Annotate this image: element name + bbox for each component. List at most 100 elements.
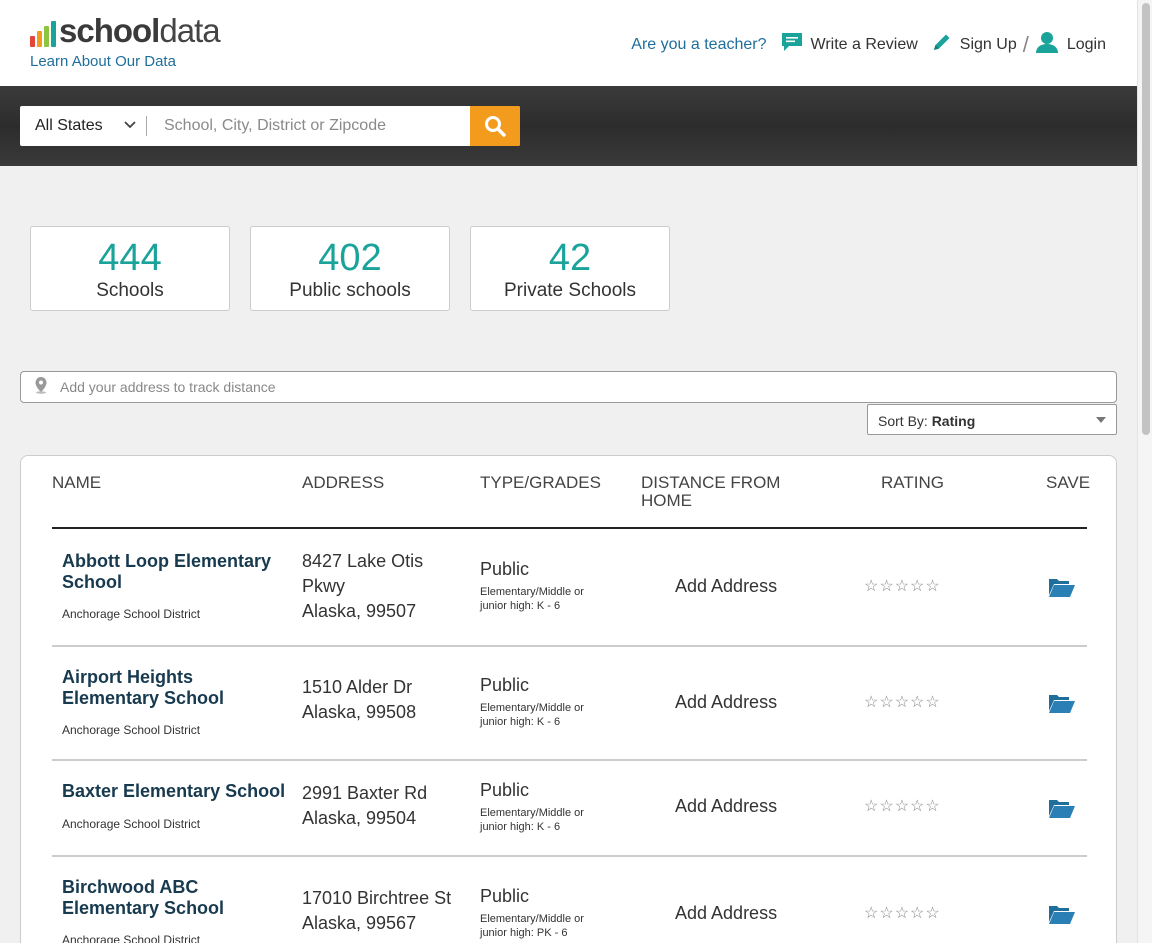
address-input[interactable] — [60, 379, 1116, 395]
write-review-label: Write a Review — [810, 35, 918, 53]
address-line: 8427 Lake Otis — [302, 551, 424, 571]
search-button[interactable] — [470, 106, 520, 146]
save-folder-icon[interactable] — [1048, 576, 1076, 603]
school-name-line: Elementary School — [62, 898, 225, 918]
grades-line: junior high: K - 6 — [480, 600, 561, 612]
table-row: Abbott Loop Elementary School Anchorage … — [52, 531, 1087, 647]
sort-prefix: Sort By: — [878, 413, 928, 429]
grades-line: junior high: K - 6 — [480, 821, 561, 833]
search-band: All States — [0, 86, 1137, 166]
site-header: schooldata Learn About Our Data Are you … — [0, 0, 1137, 86]
grades-line: Elementary/Middle or — [480, 586, 584, 598]
add-address-link[interactable]: Add Address — [675, 692, 777, 713]
site-logo[interactable]: schooldata — [30, 12, 221, 49]
sort-select[interactable]: Sort By: Rating — [867, 404, 1117, 435]
header-address[interactable]: ADDRESS — [302, 474, 384, 492]
school-address: 1510 Alder Dr Alaska, 99508 — [302, 675, 416, 725]
login-link[interactable]: Login — [1035, 31, 1106, 58]
grades-line: Elementary/Middle or — [480, 807, 584, 819]
save-folder-icon[interactable] — [1048, 903, 1076, 930]
school-type: Public — [480, 780, 530, 800]
school-name-line: Airport Heights — [62, 667, 194, 687]
school-district: Anchorage School District — [62, 607, 201, 621]
stat-card-public: 402 Public schools — [250, 226, 450, 311]
stat-label: Public schools — [289, 280, 411, 301]
teacher-link[interactable]: Are you a teacher? — [631, 36, 766, 54]
add-address-link[interactable]: Add Address — [675, 576, 777, 597]
schools-table: NAME ADDRESS TYPE/GRADES DISTANCE FROM H… — [20, 455, 1117, 943]
grades-line: Elementary/Middle or — [480, 702, 584, 714]
rating-stars[interactable]: ☆☆☆☆☆ — [864, 903, 941, 923]
add-address-link[interactable]: Add Address — [675, 796, 777, 817]
school-grades: Elementary/Middle or junior high: PK - 6 — [480, 912, 620, 940]
stat-label: Private Schools — [503, 280, 636, 301]
address-line: Alaska, 99504 — [302, 808, 417, 828]
caret-down-icon — [1096, 417, 1106, 423]
school-grades: Elementary/Middle or junior high: K - 6 — [480, 585, 620, 613]
comment-icon — [781, 32, 803, 57]
rating-stars[interactable]: ☆☆☆☆☆ — [864, 576, 941, 596]
address-line: 1510 Alder Dr — [302, 677, 413, 697]
page-scrollbar[interactable] — [1137, 0, 1152, 943]
scrollbar-thumb[interactable] — [1142, 3, 1150, 435]
header-name[interactable]: NAME — [52, 474, 101, 492]
stat-number: 402 — [318, 237, 382, 279]
logo-text: schooldata — [59, 12, 221, 49]
school-name-link[interactable]: Airport Heights Elementary School — [62, 667, 287, 709]
school-name-link[interactable]: Birchwood ABC Elementary School — [62, 877, 287, 919]
stat-number: 444 — [98, 237, 162, 279]
location-pin-icon — [34, 376, 48, 399]
address-line: Alaska, 99567 — [302, 913, 417, 933]
add-address-link[interactable]: Add Address — [675, 903, 777, 924]
school-type: Public — [480, 675, 530, 695]
save-folder-icon[interactable] — [1048, 797, 1076, 824]
header-type[interactable]: TYPE/GRADES — [480, 474, 601, 492]
pencil-icon — [932, 32, 952, 57]
sort-value: Rating — [931, 413, 976, 429]
user-icon — [1035, 31, 1059, 58]
school-name-line: Elementary School — [62, 688, 225, 708]
header-distance-line2: HOME — [641, 491, 692, 510]
stat-number: 42 — [548, 237, 592, 279]
stat-label: Schools — [96, 280, 164, 301]
address-box — [20, 371, 1117, 403]
table-header: NAME ADDRESS TYPE/GRADES DISTANCE FROM H… — [52, 472, 1090, 529]
school-address: 2991 Baxter Rd Alaska, 99504 — [302, 781, 427, 831]
search-bar: All States — [20, 106, 520, 146]
school-name-line: School — [62, 572, 123, 592]
school-grades: Elementary/Middle or junior high: K - 6 — [480, 806, 620, 834]
school-grades: Elementary/Middle or junior high: K - 6 — [480, 701, 620, 729]
header-distance[interactable]: DISTANCE FROM HOME — [641, 474, 780, 510]
school-district: Anchorage School District — [62, 933, 201, 943]
school-name-line: Birchwood ABC — [62, 877, 199, 897]
school-address: 17010 Birchtree St Alaska, 99567 — [302, 886, 451, 936]
stat-card-schools: 444 Schools — [30, 226, 230, 311]
address-line: 2991 Baxter Rd — [302, 783, 428, 803]
stat-card-private: 42 Private Schools — [470, 226, 670, 311]
address-line: Alaska, 99507 — [302, 601, 417, 621]
school-name-link[interactable]: Abbott Loop Elementary School — [62, 551, 287, 593]
header-save[interactable]: SAVE — [1046, 474, 1090, 492]
header-distance-line1: DISTANCE FROM — [641, 473, 781, 492]
school-district: Anchorage School District — [62, 723, 201, 737]
state-select[interactable]: All States — [20, 106, 146, 146]
table-row: Birchwood ABC Elementary School Anchorag… — [52, 857, 1087, 943]
state-select-value: All States — [35, 117, 103, 134]
rating-stars[interactable]: ☆☆☆☆☆ — [864, 796, 941, 816]
grades-line: junior high: K - 6 — [480, 716, 561, 728]
save-folder-icon[interactable] — [1048, 692, 1076, 719]
rating-stars[interactable]: ☆☆☆☆☆ — [864, 692, 941, 712]
address-line: Alaska, 99508 — [302, 702, 417, 722]
learn-about-data-link[interactable]: Learn About Our Data — [30, 53, 176, 70]
grades-line: Elementary/Middle or — [480, 913, 584, 925]
sign-up-link[interactable]: Sign Up — [932, 32, 1017, 57]
table-row: Airport Heights Elementary School Anchor… — [52, 647, 1087, 761]
school-district: Anchorage School District — [62, 817, 201, 831]
header-rating[interactable]: RATING — [881, 474, 944, 492]
sign-up-label: Sign Up — [959, 35, 1017, 53]
search-input[interactable] — [147, 106, 470, 146]
write-review-link[interactable]: Write a Review — [781, 32, 918, 57]
address-line: Pkwy — [302, 576, 346, 596]
school-name-link[interactable]: Baxter Elementary School — [62, 781, 302, 802]
login-label: Login — [1066, 35, 1106, 53]
